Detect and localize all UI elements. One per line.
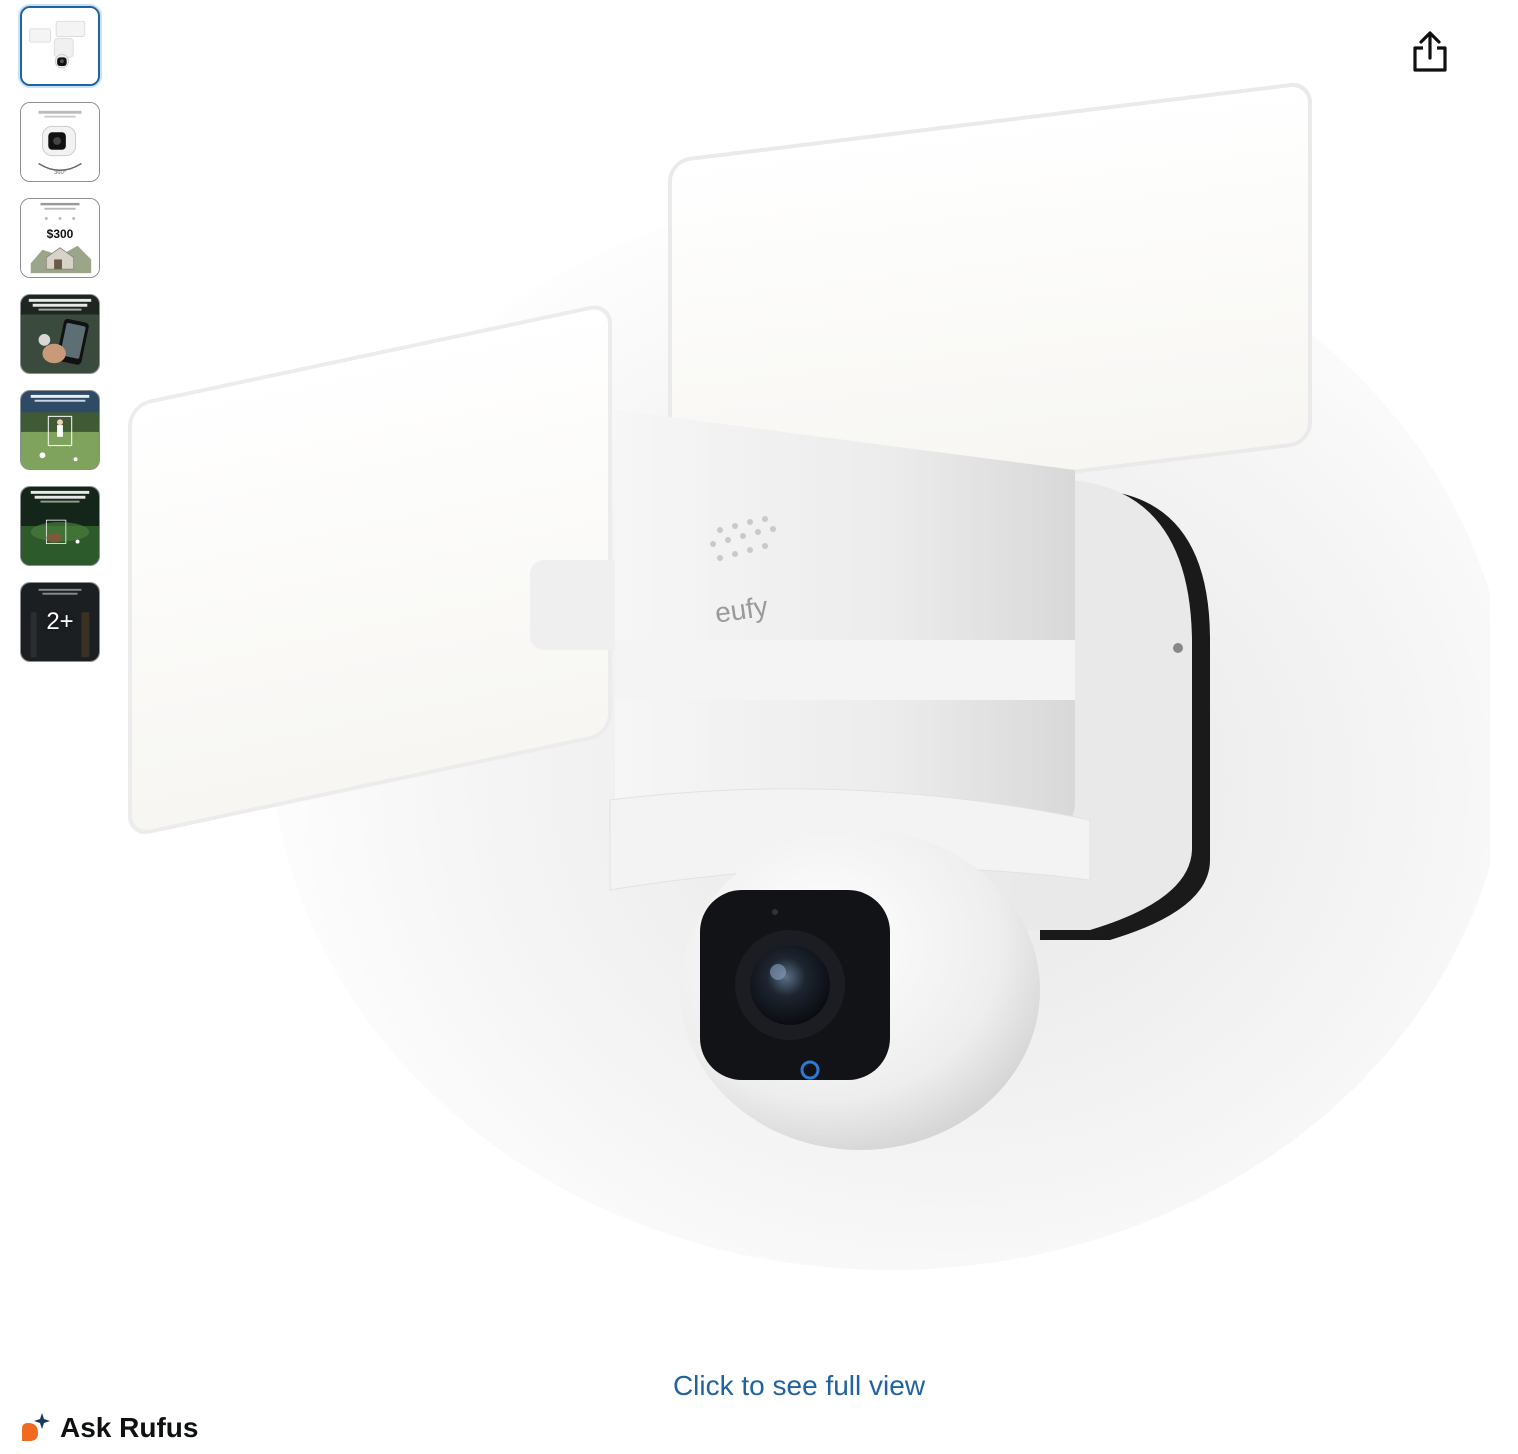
storage-savings-price: $300 (46, 227, 74, 241)
share-icon (1413, 31, 1447, 72)
ask-rufus-label: Ask Rufus (60, 1412, 199, 1443)
night-color-thumb-image (21, 487, 99, 565)
thumbnail-night-color[interactable] (20, 486, 100, 566)
pan-tilt-thumb-image: 360° (21, 103, 99, 181)
floodlight-camera-image: eufy (128, 82, 1490, 1270)
main-product-image[interactable]: eufy (110, 80, 1490, 1280)
rufus-sparkle-icon (22, 1413, 50, 1441)
more-images-count: 2+ (46, 608, 74, 635)
ai-tracking-thumb-image (21, 391, 99, 469)
thumbnail-product-front[interactable] (20, 6, 100, 86)
app-control-thumb-image (21, 295, 99, 373)
thumbnail-pan-tilt-360[interactable]: 360° (20, 102, 100, 182)
click-to-see-full-view-link[interactable]: Click to see full view (0, 1370, 1518, 1402)
svg-text:360°: 360° (54, 170, 66, 176)
share-button[interactable] (1404, 26, 1456, 78)
thumbnail-storage-savings[interactable]: $300 (20, 198, 100, 278)
product-image-gallery: 360° $300 2+ eufy Click to see full view… (0, 0, 1518, 1454)
thumbnail-app-control[interactable] (20, 294, 100, 374)
thumbnail-more-images[interactable]: 2+ (20, 582, 100, 662)
thumbnail-ai-tracking[interactable] (20, 390, 100, 470)
ask-rufus-button[interactable]: Ask Rufus (18, 1406, 198, 1450)
floodlight-camera-thumb-image (22, 8, 98, 84)
